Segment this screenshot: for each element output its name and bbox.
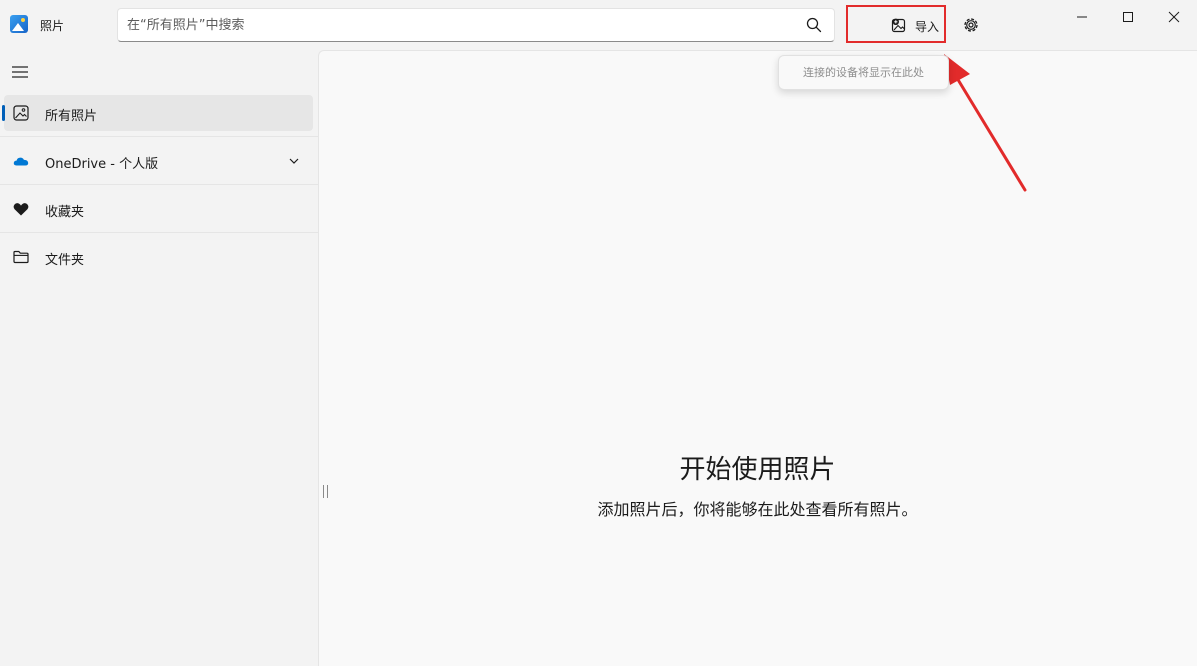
search-box[interactable] xyxy=(117,8,835,42)
import-photo-icon xyxy=(891,18,906,33)
sidebar-divider xyxy=(0,136,318,137)
sidebar: 所有照片 OneDrive - 个人版 收藏夹 文件夹 xyxy=(0,50,318,666)
title-bar: 照片 导入 xyxy=(0,0,1197,50)
sidebar-item-favorites[interactable]: 收藏夹 xyxy=(4,191,313,227)
close-icon xyxy=(1168,11,1180,23)
minimize-button[interactable] xyxy=(1059,0,1105,36)
sidebar-divider xyxy=(0,232,318,233)
search-icon[interactable] xyxy=(806,17,822,33)
search-input[interactable] xyxy=(127,15,787,35)
sidebar-item-label: 所有照片 xyxy=(45,109,98,124)
sidebar-item-label: 收藏夹 xyxy=(45,205,85,220)
cloud-icon xyxy=(13,157,29,166)
folder-icon xyxy=(13,250,29,264)
settings-gear-icon[interactable] xyxy=(960,14,982,36)
sidebar-item-label: 文件夹 xyxy=(45,253,85,268)
sidebar-item-folders[interactable]: 文件夹 xyxy=(4,239,313,275)
import-label: 导入 xyxy=(915,20,940,34)
photos-app-icon xyxy=(10,15,28,33)
empty-state-subtitle: 添加照片后，你将能够在此处查看所有照片。 xyxy=(597,500,918,519)
maximize-icon xyxy=(1123,12,1133,22)
sidebar-item-all-photos[interactable]: 所有照片 xyxy=(2,95,313,131)
empty-state-title: 开始使用照片 xyxy=(679,455,836,485)
sidebar-item-onedrive[interactable]: OneDrive - 个人版 xyxy=(4,143,313,179)
hamburger-menu-icon[interactable] xyxy=(10,64,30,80)
import-tooltip: 连接的设备将显示在此处 xyxy=(778,55,949,90)
close-button[interactable] xyxy=(1151,0,1197,36)
heart-icon xyxy=(13,203,29,216)
sidebar-divider xyxy=(0,184,318,185)
photo-icon xyxy=(13,105,29,121)
chevron-down-icon[interactable] xyxy=(289,156,299,166)
main-content xyxy=(318,50,1197,666)
app-title: 照片 xyxy=(40,19,65,33)
maximize-button[interactable] xyxy=(1105,0,1151,36)
minimize-icon xyxy=(1077,16,1087,18)
sidebar-item-label: OneDrive - 个人版 xyxy=(45,157,159,172)
import-button[interactable]: 导入 xyxy=(846,5,946,43)
